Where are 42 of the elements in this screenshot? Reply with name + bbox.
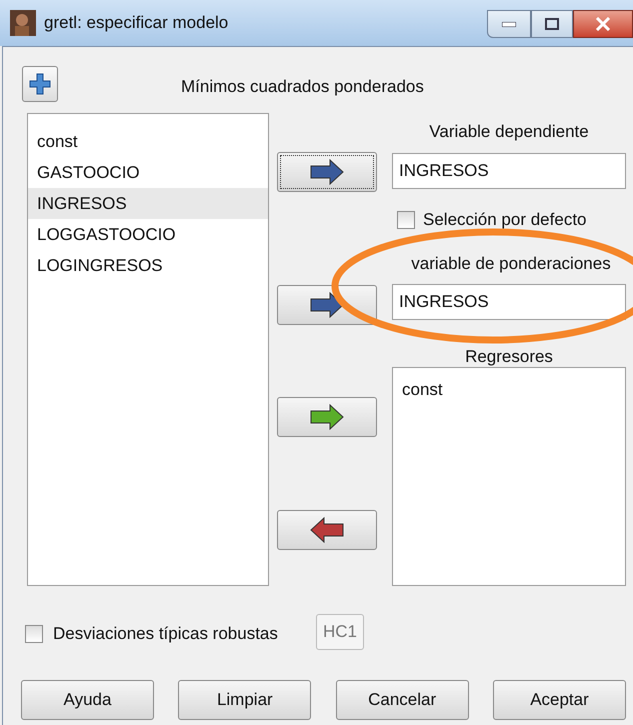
add-button[interactable]: [22, 66, 58, 102]
close-button[interactable]: [573, 10, 633, 38]
checkbox-label: Selección por defecto: [423, 209, 586, 231]
dialog-button[interactable]: Aceptar: [492, 680, 626, 720]
variant-field[interactable]: HC1: [316, 614, 364, 650]
dialog-button[interactable]: Ayuda: [21, 680, 154, 720]
arrow-button[interactable]: [277, 397, 377, 437]
list-item[interactable]: const: [28, 126, 268, 157]
close-icon: [595, 17, 611, 31]
checkbox-label: Desviaciones típicas robustas: [53, 623, 278, 645]
maximize-icon: [545, 18, 559, 30]
window-title: gretl: especificar modelo: [44, 12, 228, 34]
regressors-label: Regresores: [464, 346, 554, 368]
weights-field[interactable]: INGRESOS: [392, 284, 626, 320]
field-value: HC1: [322, 621, 357, 644]
dialog-button[interactable]: Limpiar: [178, 680, 312, 720]
arrow-button[interactable]: [277, 510, 377, 550]
list-item[interactable]: const: [402, 378, 616, 402]
checkbox[interactable]: [25, 624, 43, 643]
dialog-heading: Mínimos cuadrados ponderados: [181, 76, 424, 98]
list-item[interactable]: INGRESOS: [28, 188, 268, 219]
dependent-label: Variable dependiente: [428, 121, 590, 143]
list-item[interactable]: LOGGASTOOCIO: [28, 219, 268, 250]
list-item[interactable]: LOGINGRESOS: [28, 250, 268, 281]
arrow-button[interactable]: [277, 152, 377, 192]
minimize-icon: [502, 22, 516, 26]
dialog-button[interactable]: Cancelar: [336, 680, 469, 720]
right-arrow-icon: [310, 159, 344, 185]
dependent-field[interactable]: INGRESOS: [392, 153, 626, 189]
arrow-button[interactable]: [277, 285, 377, 325]
weights-label: variable de ponderaciones: [410, 253, 612, 275]
right-arrow-icon: [310, 292, 344, 318]
field-value: INGRESOS: [399, 160, 489, 182]
app-icon: [10, 10, 36, 36]
field-value: INGRESOS: [399, 291, 489, 314]
left-arrow-icon: [310, 517, 344, 543]
list-item[interactable]: GASTOOCIO: [28, 157, 268, 188]
plus-icon: [29, 73, 51, 95]
checkbox[interactable]: [397, 210, 415, 229]
maximize-button[interactable]: [531, 10, 573, 38]
minimize-button[interactable]: [487, 10, 531, 38]
right-arrow-icon: [310, 404, 344, 430]
